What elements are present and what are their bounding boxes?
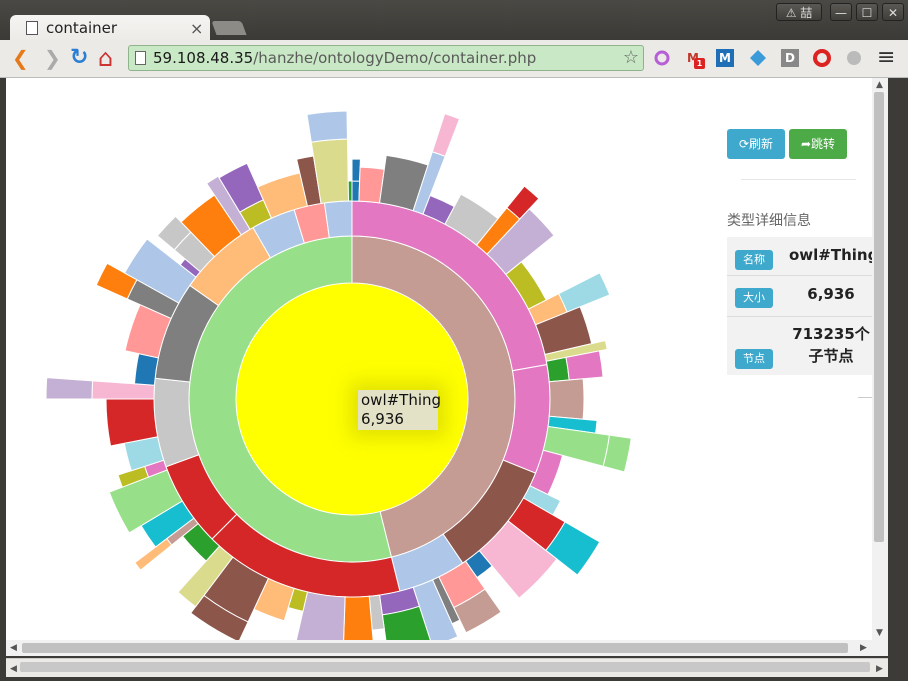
sunburst-segment[interactable] (343, 595, 374, 640)
horizontal-scroll-thumb[interactable] (22, 643, 848, 653)
sunburst-segment[interactable] (306, 110, 348, 143)
scroll-right-icon[interactable]: ▶ (860, 643, 867, 653)
m-ext-icon[interactable]: M (716, 49, 734, 67)
ime-indicator[interactable]: ⚠ 喆 (776, 3, 822, 21)
row-separator (727, 275, 872, 276)
page-icon (26, 21, 38, 35)
opera-ext-icon[interactable] (813, 49, 831, 67)
refresh-button[interactable]: ⟳刷新 (727, 129, 785, 159)
sunburst-segment[interactable] (45, 377, 94, 400)
name-value: owl#Thing (789, 246, 879, 264)
sunburst-segment[interactable] (548, 378, 585, 420)
home-button[interactable]: ⌂ (98, 46, 113, 70)
forward-button[interactable]: ❯ (44, 47, 61, 69)
sunburst-segment[interactable] (133, 353, 159, 386)
name-label-badge: 名称 (735, 250, 773, 270)
close-tab-icon[interactable]: × (190, 19, 203, 38)
sunburst-segment[interactable] (323, 200, 353, 239)
gmail-badge: 1 (694, 58, 705, 69)
tab-title: container (46, 19, 118, 37)
vertical-scroll-thumb[interactable] (874, 92, 884, 542)
size-value: 6,936 (807, 285, 855, 303)
gmail-ext-icon[interactable]: M1 (684, 49, 705, 69)
scroll-left-icon[interactable]: ◀ (10, 643, 17, 653)
sunburst-segment[interactable] (431, 113, 461, 157)
scroll-left-icon[interactable]: ◀ (10, 664, 17, 674)
jump-button[interactable]: ➦跳转 (789, 129, 847, 159)
sunburst-segment[interactable] (558, 272, 611, 313)
scroll-down-icon[interactable]: ▼ (876, 628, 883, 638)
chrome-menu-icon[interactable]: ≡ (877, 47, 895, 69)
bottom-scroll-thumb[interactable] (20, 662, 870, 672)
node-label-badge: 节点 (735, 349, 773, 369)
sunburst-segment[interactable] (351, 158, 361, 182)
sunburst-segment[interactable] (347, 180, 353, 202)
circle-ext-icon[interactable] (653, 49, 671, 67)
scroll-up-icon[interactable]: ▲ (876, 80, 883, 90)
row-separator (727, 316, 872, 317)
diamond-ext-icon[interactable] (749, 49, 767, 67)
panel-title: 类型详细信息 (727, 213, 811, 229)
node-value: 713235个子节点 (792, 325, 870, 365)
tooltip-name: owl#Thing (361, 391, 442, 409)
minimize-button[interactable]: — (830, 3, 852, 21)
m-circle-ext-icon[interactable] (845, 49, 863, 67)
sunburst-segment[interactable] (351, 180, 361, 202)
tooltip-value: 6,936 (361, 410, 404, 428)
close-window-button[interactable]: ✕ (882, 3, 904, 21)
sunburst-segment[interactable] (545, 356, 570, 383)
page-info-icon (135, 51, 146, 65)
tab-container[interactable]: container × (10, 15, 210, 43)
size-label-badge: 大小 (735, 288, 773, 308)
back-button[interactable]: ❮ (12, 47, 29, 69)
divider (858, 397, 872, 398)
address-bar[interactable]: 59.108.48.35/hanzhe/ontologyDemo/contain… (128, 45, 644, 71)
title-bar: container × ⚠ 喆 — ☐ ✕ (0, 0, 908, 43)
divider (741, 179, 856, 180)
reload-button[interactable]: ↻ (70, 47, 88, 69)
scroll-right-icon[interactable]: ▶ (876, 664, 883, 674)
bookmark-star-icon[interactable]: ☆ (623, 47, 639, 68)
jump-label: 跳转 (811, 137, 836, 151)
refresh-label: 刷新 (749, 137, 774, 151)
window-border (888, 78, 908, 681)
new-tab-button[interactable] (211, 21, 247, 35)
url-host: 59.108.48.35 (153, 49, 254, 67)
maximize-button[interactable]: ☐ (856, 3, 878, 21)
hover-tooltip: owl#Thing 6,936 (358, 390, 442, 430)
d-ext-icon[interactable]: D (781, 49, 799, 67)
url-path: /hanzhe/ontologyDemo/container.php (253, 49, 537, 67)
browser-toolbar: ❮ ❯ ↻ ⌂ 59.108.48.35/hanzhe/ontologyDemo… (0, 40, 908, 78)
